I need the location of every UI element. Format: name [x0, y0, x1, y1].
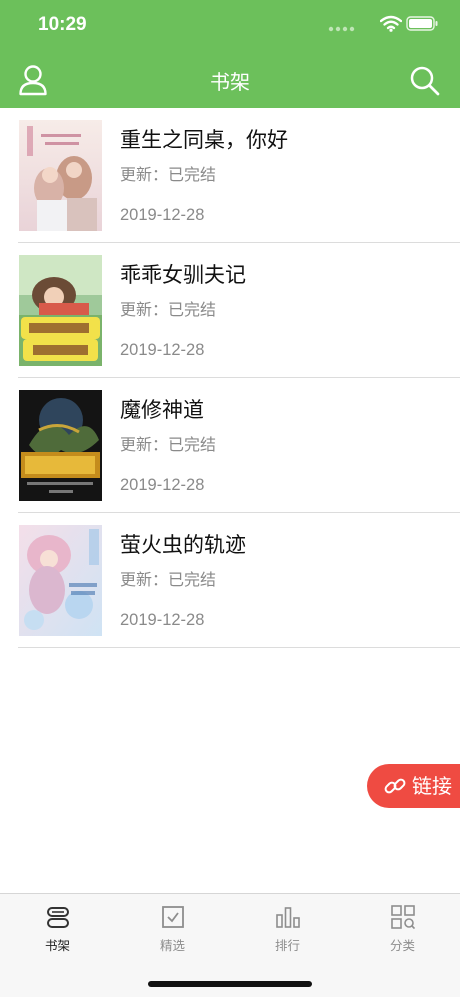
- book-title: 魔修神道: [120, 398, 204, 422]
- tab-label: 精选: [159, 938, 185, 953]
- book-update-date: 2019-12-28: [120, 611, 205, 629]
- book-update-status: 更新：已完结: [120, 300, 217, 319]
- battery-icon: [406, 16, 438, 31]
- book-cover-image: [19, 390, 102, 501]
- page-title: 书架: [210, 70, 250, 94]
- category-icon: [391, 905, 415, 930]
- book-update-status: 更新：已完结: [120, 435, 217, 454]
- book-row[interactable]: 萤火虫的轨迹 更新：已完结 2019-12-28: [0, 513, 460, 648]
- tab-featured[interactable]: 精选: [115, 894, 230, 964]
- link-floating-button[interactable]: 链接: [367, 764, 460, 808]
- book-cover-image: [19, 525, 102, 636]
- bookshelf-list: 重生之同桌，你好 更新：已完结 2019-12-28 乖乖女驯夫记 更新：已完结…: [0, 108, 460, 648]
- home-indicator: [148, 981, 312, 987]
- search-icon[interactable]: [409, 65, 440, 96]
- tab-bookshelf[interactable]: 书架: [0, 894, 115, 964]
- book-update-date: 2019-12-28: [120, 476, 205, 494]
- book-update-date: 2019-12-28: [120, 206, 205, 224]
- tab-ranking[interactable]: 排行: [230, 894, 345, 964]
- book-row[interactable]: 乖乖女驯夫记 更新：已完结 2019-12-28: [0, 243, 460, 378]
- link-button-label: 链接: [412, 774, 452, 798]
- book-update-date: 2019-12-28: [120, 341, 205, 359]
- tab-label: 排行: [274, 938, 300, 953]
- tab-label: 书架: [44, 938, 70, 953]
- book-row[interactable]: 重生之同桌，你好 更新：已完结 2019-12-28: [0, 108, 460, 243]
- link-icon: [384, 778, 406, 794]
- tab-category[interactable]: 分类: [345, 894, 460, 964]
- book-cover-image: [19, 255, 102, 366]
- book-title: 萤火虫的轨迹: [120, 533, 246, 557]
- row-divider: [18, 647, 460, 648]
- book-title: 重生之同桌，你好: [120, 128, 288, 152]
- book-update-status: 更新：已完结: [120, 165, 217, 184]
- book-row[interactable]: 魔修神道 更新：已完结 2019-12-28: [0, 378, 460, 513]
- book-title: 乖乖女驯夫记: [120, 263, 246, 287]
- cellular-signal-icon: [328, 26, 355, 32]
- book-cover-image: [19, 120, 102, 231]
- status-time: 10:29: [38, 14, 87, 35]
- ranking-icon: [276, 907, 300, 928]
- wifi-icon: [380, 15, 402, 32]
- bookshelf-icon: [47, 907, 69, 928]
- tab-label: 分类: [389, 938, 415, 953]
- featured-icon: [162, 906, 184, 928]
- header-bar: 10:29 书架: [0, 0, 460, 108]
- book-update-status: 更新：已完结: [120, 570, 217, 589]
- user-icon[interactable]: [18, 64, 48, 96]
